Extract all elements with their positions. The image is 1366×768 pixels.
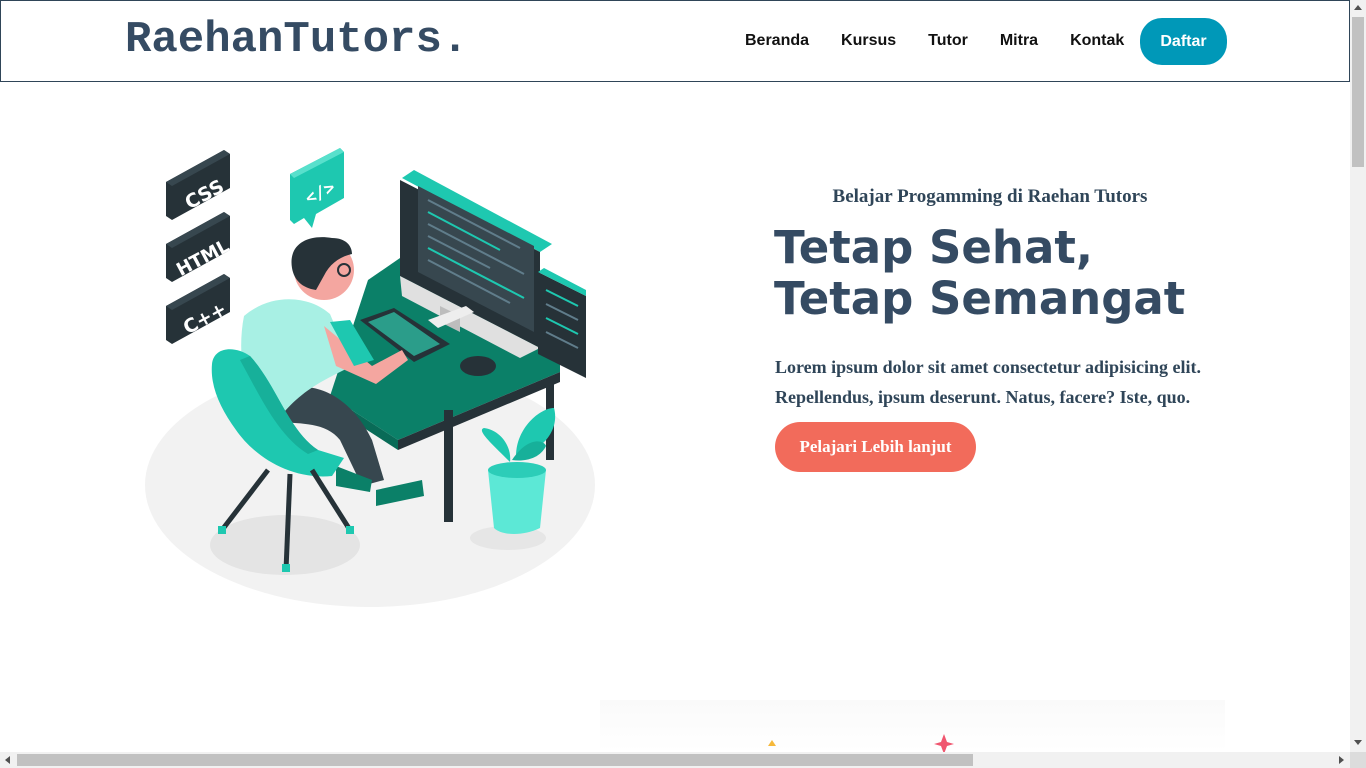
nav-link-kursus[interactable]: Kursus bbox=[841, 32, 896, 50]
scroll-right-arrow-icon[interactable] bbox=[1339, 756, 1344, 764]
scroll-left-arrow-icon[interactable] bbox=[5, 756, 10, 764]
scroll-up-arrow-icon[interactable] bbox=[1354, 5, 1362, 10]
mouse bbox=[460, 356, 496, 376]
horizontal-scroll-thumb[interactable] bbox=[17, 754, 973, 766]
badge-css: CSS bbox=[166, 150, 230, 220]
vertical-scroll-thumb[interactable] bbox=[1352, 17, 1364, 167]
hero-text: Lorem ipsum dolor sit amet consectetur a… bbox=[775, 357, 1201, 407]
nav-link-beranda[interactable]: Beranda bbox=[745, 32, 809, 50]
badge-cpp: C++ bbox=[166, 274, 230, 344]
navbar: RaehanTutors. Beranda Kursus Tutor Mitra… bbox=[0, 0, 1350, 82]
nav-link-kontak[interactable]: Kontak bbox=[1070, 32, 1124, 50]
nav-link-mitra[interactable]: Mitra bbox=[1000, 32, 1038, 50]
scrollbar-corner bbox=[1350, 752, 1366, 768]
hero-illustration: CSS HTML C++ </> bbox=[145, 148, 595, 607]
logo[interactable]: RaehanTutors. bbox=[125, 15, 468, 65]
sparkle-decoration bbox=[768, 734, 954, 752]
badge-html: HTML bbox=[166, 212, 233, 282]
signup-button[interactable]: Daftar bbox=[1140, 18, 1227, 65]
nav-links: Beranda Kursus Tutor Mitra Kontak bbox=[745, 32, 1124, 50]
learn-more-button[interactable]: Pelajari Lebih lanjut bbox=[775, 422, 976, 472]
code-bubble-icon: </> bbox=[290, 148, 344, 228]
scroll-down-arrow-icon[interactable] bbox=[1354, 740, 1362, 745]
next-section-preview bbox=[600, 700, 1225, 752]
hero-title: Tetap Sehat, Tetap Semangat bbox=[774, 221, 1186, 325]
hero-subtitle: Belajar Progamming di Raehan Tutors bbox=[832, 186, 1148, 207]
horizontal-scrollbar[interactable] bbox=[0, 752, 1350, 768]
nav-link-tutor[interactable]: Tutor bbox=[928, 32, 968, 50]
vertical-scrollbar[interactable] bbox=[1350, 0, 1366, 752]
